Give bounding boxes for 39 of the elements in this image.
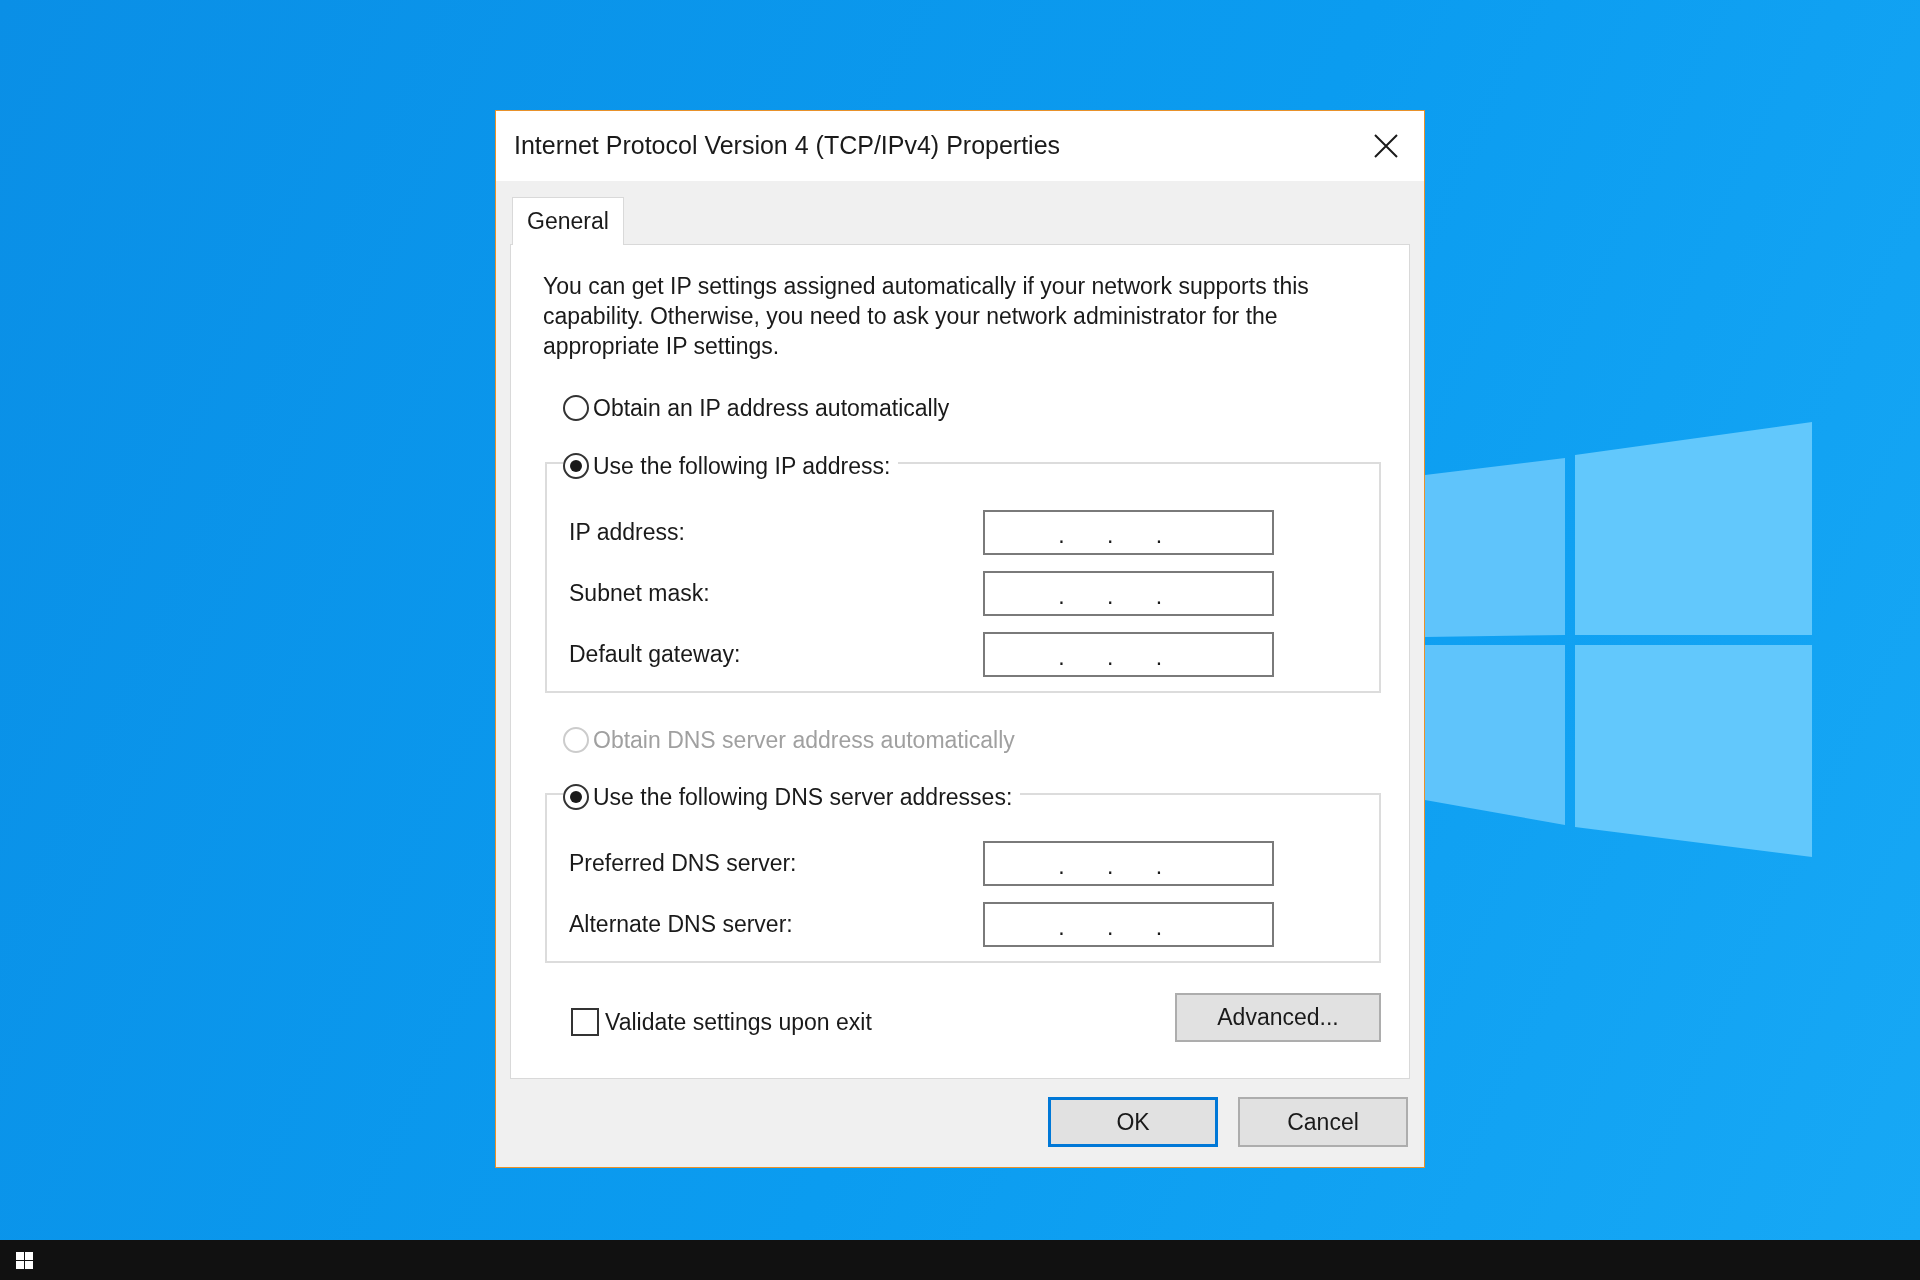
field-label: Alternate DNS server: <box>568 910 794 940</box>
separator-dot: . <box>1057 523 1066 547</box>
description-text: You can get IP settings assigned automatically if your network supports this capability. Otherwise, you need to ask your network administrator for the appropriate IP settings. <box>543 272 1310 361</box>
separator-dot: . <box>1154 584 1164 608</box>
radio-button[interactable] <box>563 784 589 811</box>
field-label: Subnet mask: <box>568 578 711 608</box>
advanced-button[interactable]: Advanced... <box>1175 993 1381 1042</box>
separator-dot: . <box>1154 916 1164 939</box>
tab[interactable]: General <box>512 197 624 245</box>
window-title: Internet Protocol Version 4 (TCP/IPv4) Properties <box>514 130 1061 162</box>
field-label: Preferred DNS server: <box>568 849 798 879</box>
separator-dot: . <box>1154 523 1164 547</box>
dialog-button[interactable]: OK <box>1048 1097 1218 1147</box>
separator-dot: . <box>1105 523 1115 547</box>
ip-address-field[interactable]: . . . <box>983 902 1274 947</box>
ip-address-field[interactable]: . . . <box>983 631 1274 677</box>
radio-button[interactable] <box>563 395 589 422</box>
ip-address-field[interactable]: . . . <box>983 509 1274 555</box>
separator-dot: . <box>1057 645 1066 669</box>
separator-dot: . <box>1105 584 1115 608</box>
ip-address-field[interactable]: . . . <box>983 570 1274 616</box>
dialog-button[interactable]: Cancel <box>1238 1097 1408 1147</box>
separator-dot: . <box>1154 855 1164 878</box>
separator-dot: . <box>1105 916 1115 939</box>
separator-dot: . <box>1105 855 1115 878</box>
field-label: IP address: <box>568 517 686 547</box>
ip-address-field[interactable]: . . . <box>983 841 1274 886</box>
checkbox[interactable] <box>571 1008 599 1037</box>
separator-dot: . <box>1057 584 1066 608</box>
windows-start-icon <box>16 1251 33 1269</box>
close-icon <box>1373 133 1399 159</box>
field-label: Default gateway: <box>568 639 742 669</box>
separator-dot: . <box>1105 645 1115 669</box>
separator-dot: . <box>1057 855 1066 878</box>
separator-dot: . <box>1154 645 1164 669</box>
radio-button[interactable] <box>563 452 589 479</box>
validate-checkbox[interactable]: Validate settings upon exit <box>543 1005 872 1040</box>
start-button[interactable] <box>16 1250 36 1270</box>
separator-dot: . <box>1057 916 1066 939</box>
